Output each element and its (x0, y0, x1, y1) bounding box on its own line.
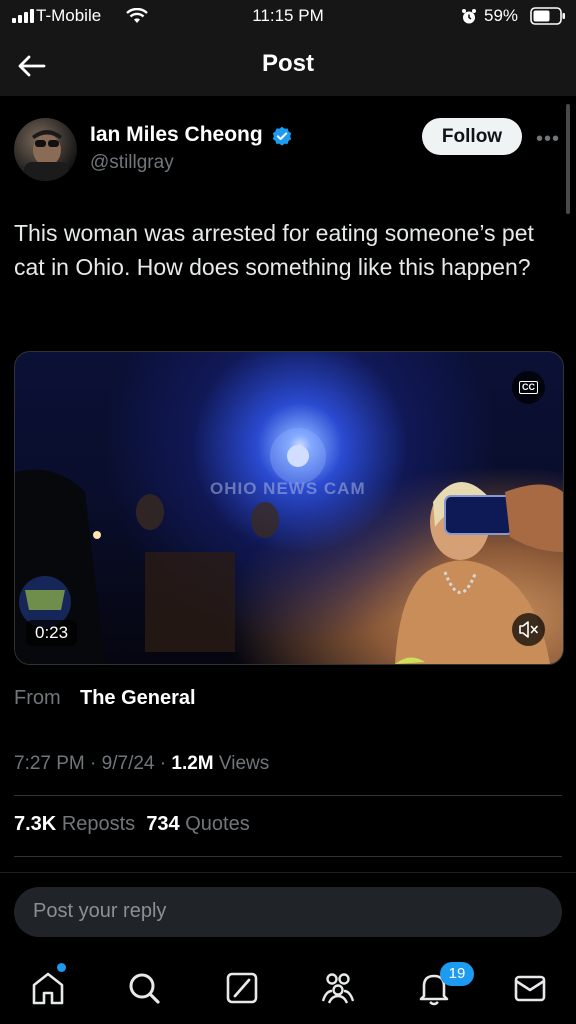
messages-envelope-icon[interactable] (510, 968, 550, 1008)
reposts-label: Reposts (61, 813, 136, 835)
author-name[interactable]: Ian Miles Cheong (90, 123, 263, 147)
divider (14, 795, 562, 796)
page-title: Post (261, 50, 314, 77)
communities-icon[interactable] (318, 968, 358, 1008)
battery-percent: 59% (484, 6, 519, 25)
quotes-count: 734 (146, 813, 180, 835)
quotes-stat[interactable]: 734 Quotes (146, 813, 249, 835)
video-player[interactable]: OHIO NEWS CAM CC 0:23 (14, 351, 564, 665)
home-notification-dot (57, 963, 66, 972)
bottom-tab-bar (0, 948, 576, 1024)
notifications-badge: 19 (440, 962, 474, 986)
divider (0, 872, 576, 873)
home-icon[interactable] (28, 968, 68, 1008)
closed-captions-button[interactable]: CC (512, 371, 545, 404)
search-icon[interactable] (124, 968, 164, 1008)
post-meta: 7:27 PM · 9/7/24 · 1.2M Views (14, 753, 270, 774)
avatar[interactable] (14, 118, 77, 181)
views-label: Views (218, 753, 270, 774)
battery-icon (530, 7, 565, 25)
reposts-count: 7.3K (14, 813, 57, 835)
more-options-icon[interactable]: ••• (536, 128, 560, 151)
post-date: 9/7/24 (101, 753, 155, 774)
post-stats: 7.3K Reposts 734 Quotes (14, 813, 250, 836)
views-count: 1.2M (171, 753, 214, 774)
scrollbar[interactable] (566, 104, 570, 214)
grok-icon[interactable] (222, 968, 262, 1008)
cc-label: CC (519, 381, 538, 394)
video-frame (15, 428, 563, 664)
alarm-icon (462, 9, 476, 24)
mute-button[interactable] (512, 613, 545, 646)
reply-placeholder: Post your reply (33, 900, 167, 922)
post-time: 7:27 PM (14, 753, 85, 774)
speaker-muted-icon (519, 621, 538, 638)
video-watermark: OHIO NEWS CAM (210, 479, 366, 498)
source-label: From (14, 687, 61, 709)
quotes-label: Quotes (185, 813, 250, 835)
avatar-image (24, 130, 69, 181)
post-text: This woman was arrested for eating someo… (14, 220, 534, 280)
divider (14, 856, 562, 857)
author-handle[interactable]: @stillgray (90, 152, 174, 174)
reposts-stat[interactable]: 7.3K Reposts (14, 813, 135, 835)
verified-badge-icon (272, 126, 292, 146)
follow-button[interactable]: Follow (422, 118, 522, 155)
source-name[interactable]: The General (80, 687, 196, 710)
video-duration: 0:23 (26, 620, 78, 646)
